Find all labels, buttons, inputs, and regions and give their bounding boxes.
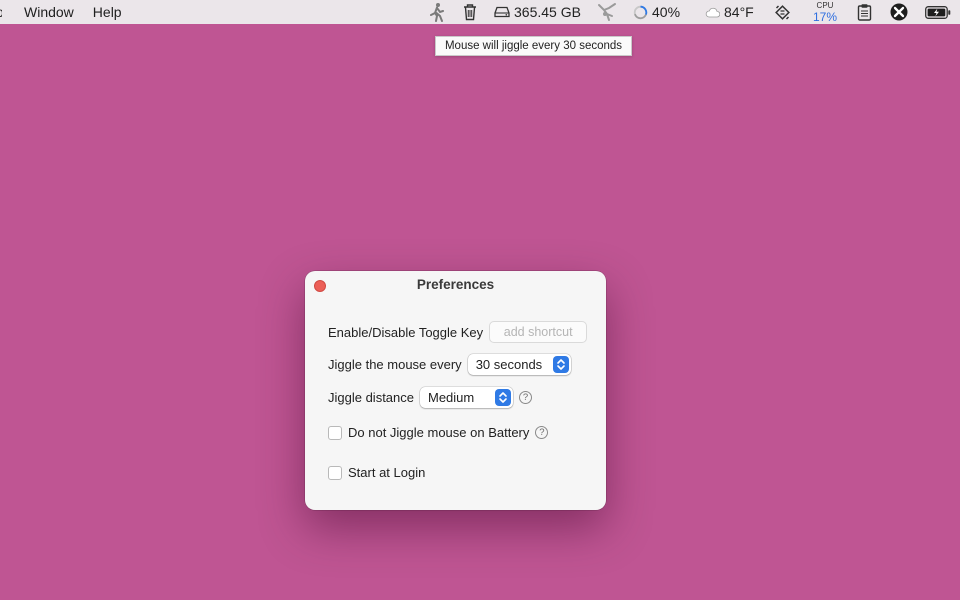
menu-bar: o Window Help 365.45 GB [0,0,960,24]
jiggle-interval-value: 30 seconds [475,357,543,372]
battery-help-icon[interactable]: ? [535,426,549,439]
shortcut-recorder-field[interactable]: add shortcut [489,321,588,343]
start-at-login-checkbox[interactable] [328,465,342,480]
cpu-ring-status-item[interactable]: 40% [633,0,680,24]
clipboard-icon [857,4,872,21]
acrobat-figure-icon [598,3,616,21]
clipboard-status-item[interactable] [857,0,872,24]
toggle-key-label: Enable/Disable Toggle Key [328,324,484,340]
cpu-status-item[interactable]: CPU 17% [812,0,838,24]
popup-arrows-icon [552,356,569,373]
hard-drive-icon [494,6,510,18]
jiggle-interval-label: Jiggle the mouse every [328,357,462,372]
cpu-label: CPU [816,0,834,10]
battery-charging-icon [925,5,951,19]
battery-option-label[interactable]: Do not Jiggle mouse on Battery [348,425,529,440]
jiggle-interval-popup[interactable]: 30 seconds [467,354,571,375]
activity-status-item[interactable] [597,0,617,24]
popup-arrows-icon [495,389,511,406]
jiggle-distance-row: Jiggle distance Medium ? [328,387,532,408]
progress-ring-icon [633,5,648,19]
jiggle-tooltip: Mouse will jiggle every 30 seconds [435,36,632,56]
battery-option-row: Do not Jiggle mouse on Battery ? [328,425,549,440]
screen-status-item[interactable] [774,0,791,24]
battery-checkbox[interactable] [328,425,342,440]
ring-percent-text: 40% [652,4,681,20]
trash-status-item[interactable] [462,0,478,24]
login-option-row: Start at Login [328,465,425,480]
distance-help-icon[interactable]: ? [519,391,532,404]
toggle-key-row: Enable/Disable Toggle Key add shortcut [328,321,588,343]
window-title: Preferences [416,277,495,292]
disk-status-item[interactable]: 365.45 GB [494,0,581,24]
jiggle-distance-value: Medium [428,390,475,405]
jiggler-status-item[interactable] [427,0,447,24]
weather-status-item[interactable]: 84°F [705,0,754,24]
jiggle-interval-row: Jiggle the mouse every 30 seconds [328,354,571,375]
app-status-item[interactable] [890,0,908,24]
cloud-icon [705,7,720,17]
trash-icon [464,4,476,21]
jiggle-distance-label: Jiggle distance [328,390,414,405]
disk-free-text: 365.45 GB [514,4,581,20]
status-area: 365.45 GB 40% 84°F CPU 17% [0,0,960,24]
battery-status-item[interactable] [925,0,951,24]
cpu-percent: 17% [812,9,838,24]
walking-figure-icon [430,3,444,22]
preferences-window: Preferences Enable/Disable Toggle Key ad… [305,271,606,510]
weather-temp-text: 84°F [724,4,754,20]
jiggle-distance-popup[interactable]: Medium [420,387,513,408]
start-at-login-label[interactable]: Start at Login [348,465,425,480]
x-circle-icon [890,3,908,21]
rotate-screen-icon [775,4,790,20]
